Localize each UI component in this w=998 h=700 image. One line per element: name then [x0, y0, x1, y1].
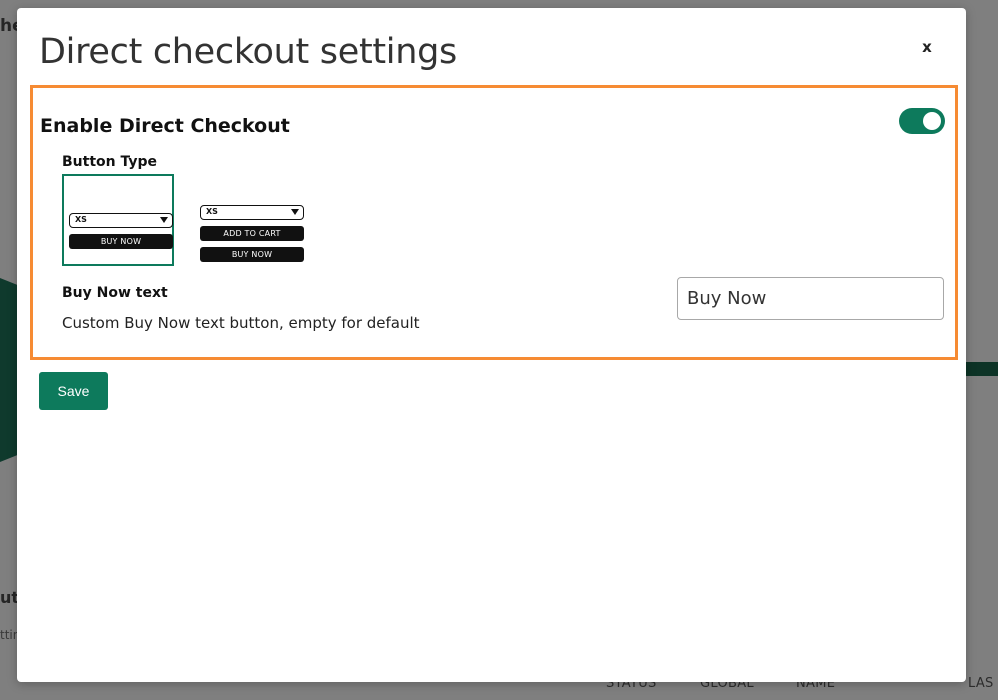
setting-title: Enable Direct Checkout	[40, 115, 290, 137]
buy-now-text-input[interactable]	[677, 277, 944, 320]
toggle-knob	[923, 112, 941, 130]
enable-direct-checkout-toggle[interactable]	[899, 108, 945, 134]
save-button[interactable]: Save	[39, 372, 108, 410]
button-type-option-cart-and-buy[interactable]: XS ADD TO CART BUY NOW	[199, 203, 305, 265]
background-bar	[966, 362, 998, 376]
preview-buy-now-button: BUY NOW	[69, 234, 173, 249]
button-type-option-buy-now[interactable]: XS BUY NOW	[62, 174, 174, 266]
button-type-label: Button Type	[62, 154, 158, 170]
preview-size-select: XS	[69, 213, 173, 228]
caret-down-icon	[160, 217, 168, 223]
direct-checkout-setting-panel: Enable Direct Checkout Button Type XS BU…	[30, 85, 958, 360]
background-column-last: LAS	[968, 676, 994, 691]
preview-add-to-cart-button: ADD TO CART	[200, 226, 304, 241]
preview-size-select: XS	[200, 205, 304, 220]
modal-title: Direct checkout settings	[39, 32, 457, 72]
buy-now-text-label: Buy Now text	[62, 285, 168, 301]
buy-now-text-description: Custom Buy Now text button, empty for de…	[62, 314, 420, 332]
close-button[interactable]: x	[917, 38, 937, 58]
caret-down-icon	[291, 209, 299, 215]
preview-buy-now-button: BUY NOW	[200, 247, 304, 262]
preview-select-value: XS	[75, 215, 87, 224]
preview-select-value: XS	[206, 207, 218, 216]
direct-checkout-modal: Direct checkout settings x Enable Direct…	[17, 8, 966, 682]
